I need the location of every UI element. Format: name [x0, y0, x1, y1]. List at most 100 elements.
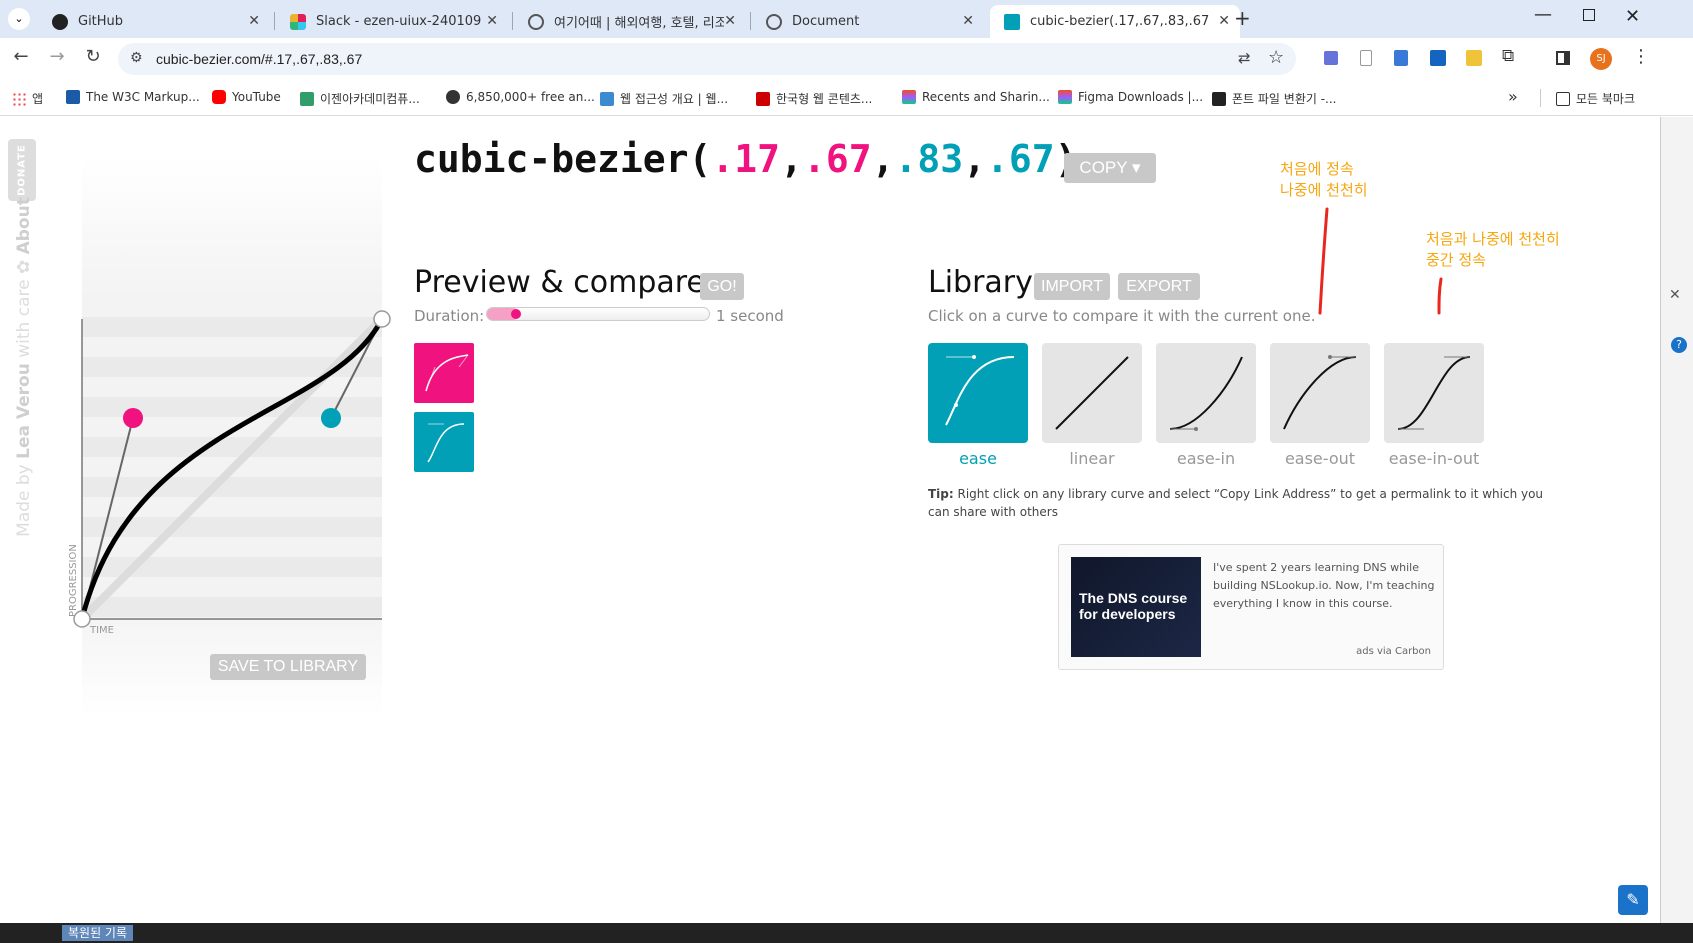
ad-image[interactable]: The DNS course for developers	[1071, 557, 1201, 657]
save-to-library-button[interactable]: SAVE TO LIBRARY	[210, 654, 366, 680]
github-icon	[52, 13, 68, 30]
preview-current-curve[interactable]	[414, 343, 474, 403]
figma-icon	[1058, 90, 1072, 104]
taskbar-item[interactable]: 복원된 기록	[62, 925, 134, 941]
library-label-ease[interactable]: ease	[928, 449, 1028, 468]
close-icon[interactable]: ✕	[1669, 287, 1681, 303]
cubic-bezier-page: DONATE Made by Lea Verou with care ✿ Abo…	[0, 117, 1660, 923]
wrench-icon	[1212, 91, 1226, 106]
youtube-icon	[212, 90, 226, 104]
bookmark-figma-recents[interactable]: Recents and Sharin...	[902, 90, 1050, 104]
tab-cubic-bezier[interactable]: cubic-bezier(.17,.67,.83,.67) ✿ ✕	[990, 5, 1240, 38]
bookmark-free[interactable]: 6,850,000+ free an...	[446, 90, 595, 104]
reload-button[interactable]: ↻	[80, 46, 106, 67]
library-item-ease-out[interactable]	[1270, 343, 1370, 443]
bookmark-ezen[interactable]: 이젠아카데미컴퓨...	[300, 90, 420, 107]
bookmark-web-a11y[interactable]: 웹 접근성 개요 | 웹...	[600, 90, 728, 107]
tab-slack[interactable]: Slack - ezen-uiux-240109 - W ✕	[276, 5, 508, 38]
close-icon[interactable]: ✕	[962, 13, 974, 29]
minimize-button[interactable]: —	[1534, 4, 1552, 25]
bookmark-figma-downloads[interactable]: Figma Downloads |...	[1058, 90, 1203, 104]
library-item-ease-in[interactable]	[1156, 343, 1256, 443]
bookmark-youtube[interactable]: YouTube	[212, 90, 281, 104]
p1x-value[interactable]: .17	[711, 137, 780, 181]
colorpicker-icon[interactable]	[1430, 50, 1446, 66]
ad-via-link[interactable]: ads via Carbon	[1356, 646, 1431, 657]
w-icon	[600, 91, 614, 106]
eyedropper-button[interactable]: ✎	[1618, 885, 1648, 915]
close-icon[interactable]: ✕	[486, 13, 498, 29]
tab-yeogi[interactable]: 여기어때 | 해외여행, 호텔, 리조 ✕	[514, 5, 746, 38]
globe-icon	[528, 13, 544, 30]
extension-icon[interactable]	[1466, 50, 1482, 66]
library-item-ease-in-out[interactable]	[1384, 343, 1484, 443]
new-tab-button[interactable]: +	[1234, 6, 1251, 30]
p2-handle[interactable]	[321, 408, 341, 428]
extensions-puzzle-icon[interactable]: ⧉	[1502, 46, 1514, 66]
extension-icon[interactable]	[1324, 51, 1338, 65]
bookmark-kwcag[interactable]: 한국형 웹 콘텐츠...	[756, 90, 872, 107]
sidepanel-icon[interactable]	[1556, 51, 1570, 65]
tab-document[interactable]: Document ✕	[752, 5, 984, 38]
library-subtitle: Click on a curve to compare it with the …	[928, 307, 1316, 325]
extension-icon[interactable]	[1394, 50, 1408, 66]
more-bookmarks-button[interactable]: »	[1508, 87, 1518, 106]
menu-icon[interactable]: ⋮	[1632, 46, 1650, 67]
x-axis-label: TIME	[89, 625, 114, 636]
apps-grid-icon	[12, 91, 26, 106]
p2x-value[interactable]: .83	[894, 137, 963, 181]
maximize-button[interactable]	[1583, 9, 1595, 21]
figma-icon	[902, 90, 916, 104]
site-info-icon[interactable]: ⚙	[130, 50, 143, 66]
duration-slider[interactable]	[486, 307, 710, 321]
help-icon[interactable]: ?	[1671, 337, 1687, 353]
library-item-ease[interactable]	[928, 343, 1028, 443]
end-point	[373, 310, 391, 328]
extension-icon[interactable]	[1360, 50, 1372, 66]
ease-out-curve-icon	[1283, 355, 1357, 430]
tab-github[interactable]: GitHub ✕	[38, 5, 270, 38]
close-icon[interactable]: ✕	[1218, 13, 1230, 29]
close-icon[interactable]: ✕	[248, 13, 260, 29]
library-label-ease-in[interactable]: ease-in	[1156, 449, 1256, 468]
back-button[interactable]: ←	[8, 46, 34, 67]
tab-strip: ⌄ GitHub ✕ Slack - ezen-uiux-240109 - W …	[0, 0, 1693, 38]
forward-button[interactable]: →	[44, 46, 70, 67]
go-button[interactable]: GO!	[700, 273, 744, 300]
preview-compare-curve[interactable]	[414, 412, 474, 472]
library-item-linear[interactable]	[1042, 343, 1142, 443]
w3c-icon	[66, 90, 80, 104]
ease-in-curve-icon	[1169, 356, 1243, 431]
library-label-ease-out[interactable]: ease-out	[1270, 449, 1370, 468]
curve-thumbnail-icon	[425, 354, 469, 392]
ezen-icon	[300, 91, 314, 106]
window-close-button[interactable]: ✕	[1625, 6, 1640, 27]
tab-list-dropdown[interactable]: ⌄	[8, 8, 30, 30]
url-text[interactable]: cubic-bezier.com/#.17,.67,.83,.67	[156, 51, 362, 67]
folder-icon	[1556, 91, 1570, 106]
ease-curve-icon	[945, 355, 1015, 426]
library-label-linear[interactable]: linear	[1042, 449, 1142, 468]
translate-icon[interactable]: ⇄	[1238, 49, 1251, 67]
carbon-ad[interactable]: The DNS course for developers I've spent…	[1058, 544, 1444, 670]
all-bookmarks-folder[interactable]: 모든 북마크	[1556, 90, 1635, 107]
duration-slider-thumb[interactable]	[511, 309, 521, 319]
p1y-value[interactable]: .67	[803, 137, 872, 181]
ad-text[interactable]: I've spent 2 years learning DNS while bu…	[1213, 559, 1435, 613]
export-button[interactable]: EXPORT	[1118, 273, 1200, 300]
library-label-ease-in-out[interactable]: ease-in-out	[1384, 449, 1484, 468]
p1-handle[interactable]	[123, 408, 143, 428]
address-bar[interactable]: ⚙ cubic-bezier.com/#.17,.67,.83,.67 ⇄ ☆	[118, 43, 1296, 75]
bookmark-apps[interactable]: 앱	[12, 90, 43, 107]
bezier-code-title: cubic-bezier(.17,.67,.83,.67)	[414, 137, 1078, 181]
bookmark-star-icon[interactable]: ☆	[1268, 47, 1284, 68]
library-heading: Library	[928, 265, 1033, 300]
close-icon[interactable]: ✕	[724, 13, 736, 29]
import-button[interactable]: IMPORT	[1034, 273, 1110, 300]
bookmark-font-converter[interactable]: 폰트 파일 변환기 -...	[1212, 90, 1337, 107]
copy-button[interactable]: COPY ▾	[1064, 153, 1156, 183]
browser-toolbar: ← → ↻ ⚙ cubic-bezier.com/#.17,.67,.83,.6…	[0, 38, 1693, 80]
avatar[interactable]: SJ	[1590, 48, 1612, 70]
p2y-value[interactable]: .67	[986, 137, 1055, 181]
bookmark-w3c[interactable]: The W3C Markup...	[66, 90, 200, 104]
